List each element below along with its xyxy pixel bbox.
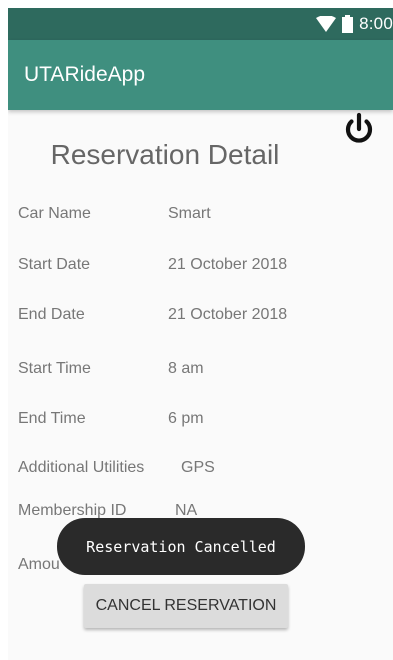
toast-message: Reservation Cancelled (86, 537, 276, 556)
start-date-label: Start Date (18, 256, 91, 273)
page-title: Reservation Detail (50, 139, 280, 170)
car-name-label: Car Name (18, 205, 91, 222)
cancel-reservation-button[interactable]: CANCEL RESERVATION (84, 584, 288, 628)
car-name-value: Smart (168, 205, 211, 222)
detail-row-start-date: Start Date 21 October 2018 (18, 254, 378, 276)
detail-row-start-time: Start Time 8 am (18, 358, 378, 380)
app-title: UTARideApp (24, 63, 145, 86)
end-date-label: End Date (18, 306, 85, 323)
detail-row-end-date: End Date 21 October 2018 (18, 304, 378, 326)
status-icons: 8:00 (316, 8, 393, 40)
battery-icon (342, 15, 354, 33)
status-bar: 8:00 (8, 8, 393, 40)
start-time-value: 8 am (168, 360, 204, 377)
detail-row-car-name: Car Name Smart (18, 203, 378, 225)
end-time-value: 6 pm (168, 410, 204, 427)
amount-label: Amou (18, 556, 60, 573)
toast-notification: Reservation Cancelled (57, 518, 305, 575)
app-bar: UTARideApp (8, 40, 393, 110)
status-time: 8:00 (359, 14, 393, 33)
detail-row-additional-utilities: Additional Utilities GPS (18, 457, 378, 479)
end-time-label: End Time (18, 410, 86, 427)
power-icon[interactable] (342, 112, 376, 146)
end-date-value: 21 October 2018 (168, 306, 288, 323)
additional-utilities-label: Additional Utilities (18, 459, 145, 476)
wifi-icon (316, 16, 337, 32)
start-date-value: 21 October 2018 (168, 256, 288, 273)
start-time-label: Start Time (18, 360, 91, 377)
additional-utilities-value: GPS (181, 459, 215, 476)
detail-row-end-time: End Time 6 pm (18, 408, 378, 430)
